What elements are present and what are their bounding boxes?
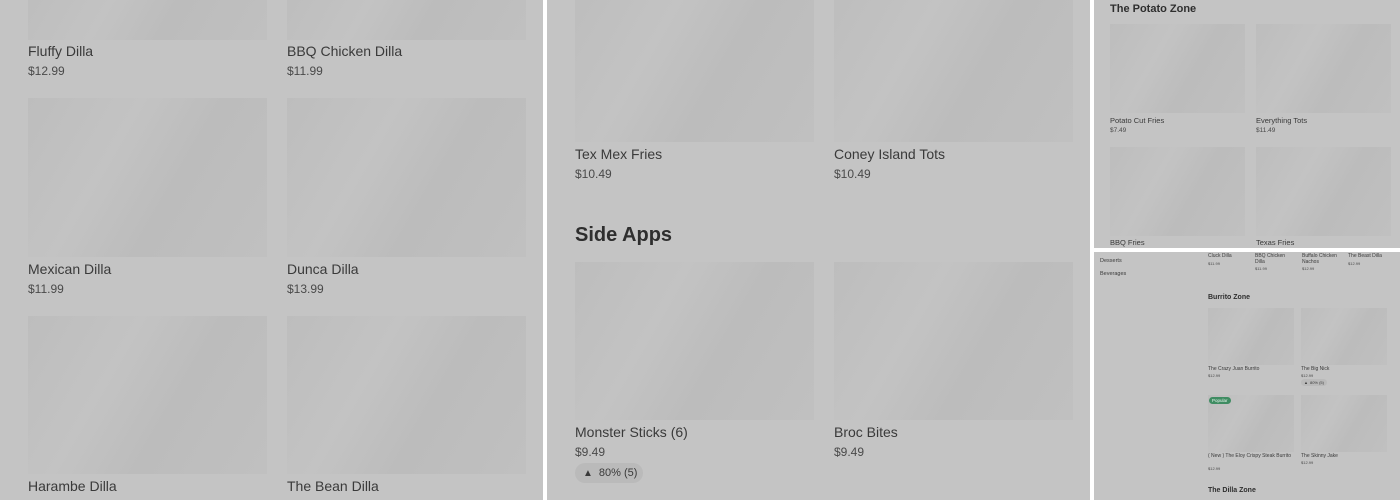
item-name[interactable]: Mexican Dilla [28, 261, 111, 277]
item-name[interactable]: Potato Cut Fries [1110, 116, 1164, 125]
item-image[interactable] [28, 98, 267, 257]
item-image[interactable] [834, 0, 1073, 142]
item-image[interactable] [1301, 395, 1387, 452]
item-price: $10.49 [575, 167, 612, 181]
item-price: $11.49 [1256, 127, 1276, 134]
item-name[interactable]: Harambe Dilla [28, 478, 117, 494]
item-name[interactable]: The Beast Dilla [1348, 253, 1382, 259]
item-name[interactable]: Dunca Dilla [287, 261, 359, 277]
item-image[interactable] [575, 262, 814, 420]
section-title: The Dilla Zone [1208, 487, 1256, 494]
item-price: $12.99 [1208, 466, 1221, 471]
item-name[interactable]: Cluck Dilla [1208, 253, 1232, 259]
item-image[interactable] [287, 98, 526, 257]
item-image[interactable] [1301, 308, 1387, 365]
item-name[interactable]: Monster Sticks (6) [575, 424, 688, 440]
item-name[interactable]: ( New ) The Eloy Crispy Steak Burrito [1208, 453, 1294, 459]
item-name[interactable]: The Skinny Jake [1301, 453, 1338, 459]
item-image[interactable] [834, 262, 1073, 420]
rating-text: 80% (5) [598, 467, 638, 479]
panel-burrito-zone: Desserts Beverages Cluck Dilla $11.99 BB… [1094, 252, 1400, 500]
item-price: $11.99 [1255, 266, 1267, 271]
thumbs-up-icon: ▲ [1304, 380, 1308, 385]
item-price: $11.99 [1208, 261, 1220, 266]
item-image[interactable] [1256, 147, 1391, 236]
item-price: $12.99 [1301, 373, 1314, 378]
item-price: $12.99 [1348, 261, 1361, 266]
item-name[interactable]: Tex Mex Fries [575, 146, 662, 162]
item-name[interactable]: Everything Tots [1256, 116, 1307, 125]
item-price: $11.99 [287, 64, 323, 78]
item-price: $12.99 [28, 64, 65, 78]
panel-side-apps: Tex Mex Fries $10.49 Coney Island Tots $… [547, 0, 1090, 500]
section-title: Burrito Zone [1208, 294, 1250, 301]
item-name[interactable]: BBQ Fries [1110, 238, 1145, 247]
item-name[interactable]: Buffalo Chicken Nachos [1302, 253, 1344, 265]
item-name[interactable]: The Bean Dilla [287, 478, 379, 494]
item-name[interactable]: Coney Island Tots [834, 146, 945, 162]
item-name[interactable]: Fluffy Dilla [28, 43, 93, 59]
rating-badge: ▲ 80% (5) [575, 463, 643, 483]
item-name[interactable]: Texas Fries [1256, 238, 1294, 247]
item-name[interactable]: BBQ Chicken Dilla [287, 43, 402, 59]
item-image[interactable] [1110, 24, 1245, 113]
item-price: $12.99 [1301, 460, 1314, 465]
thumbs-up-icon: ▲ [583, 467, 593, 479]
section-title: Side Apps [575, 224, 673, 246]
item-price: $9.49 [834, 445, 865, 459]
popular-badge: Popular [1209, 397, 1231, 404]
panel-dilla-menu: Fluffy Dilla $12.99 BBQ Chicken Dilla $1… [0, 0, 543, 500]
item-price: $11.99 [28, 282, 64, 296]
item-image[interactable] [287, 316, 526, 474]
section-title: The Potato Zone [1110, 3, 1197, 15]
item-price: $12.99 [1302, 266, 1315, 271]
item-name[interactable]: BBQ Chicken Dilla [1255, 253, 1295, 265]
item-name[interactable]: The Crazy Juan Burrito [1208, 366, 1259, 372]
panel-potato-zone: The Potato Zone Potato Cut Fries $7.49 E… [1094, 0, 1400, 248]
rating-badge: ▲ 80% (5) [1301, 379, 1327, 386]
item-price: $9.49 [575, 445, 606, 459]
sidebar-item-desserts[interactable]: Desserts [1100, 258, 1122, 264]
item-image[interactable] [575, 0, 814, 142]
item-name[interactable]: Broc Bites [834, 424, 898, 440]
sidebar-item-beverages[interactable]: Beverages [1100, 271, 1126, 277]
item-price: $10.49 [834, 167, 871, 181]
item-image[interactable] [28, 316, 267, 474]
rating-text: 80% (5) [1309, 380, 1324, 385]
item-price: $12.99 [1208, 373, 1221, 378]
item-name[interactable]: The Big Nick [1301, 366, 1329, 372]
item-image[interactable] [1110, 147, 1245, 236]
item-image[interactable] [1208, 308, 1294, 365]
item-price: $7.49 [1110, 127, 1127, 134]
item-image[interactable] [28, 0, 267, 40]
item-image[interactable] [287, 0, 526, 40]
item-image[interactable] [1256, 24, 1391, 113]
item-price: $13.99 [287, 282, 324, 296]
